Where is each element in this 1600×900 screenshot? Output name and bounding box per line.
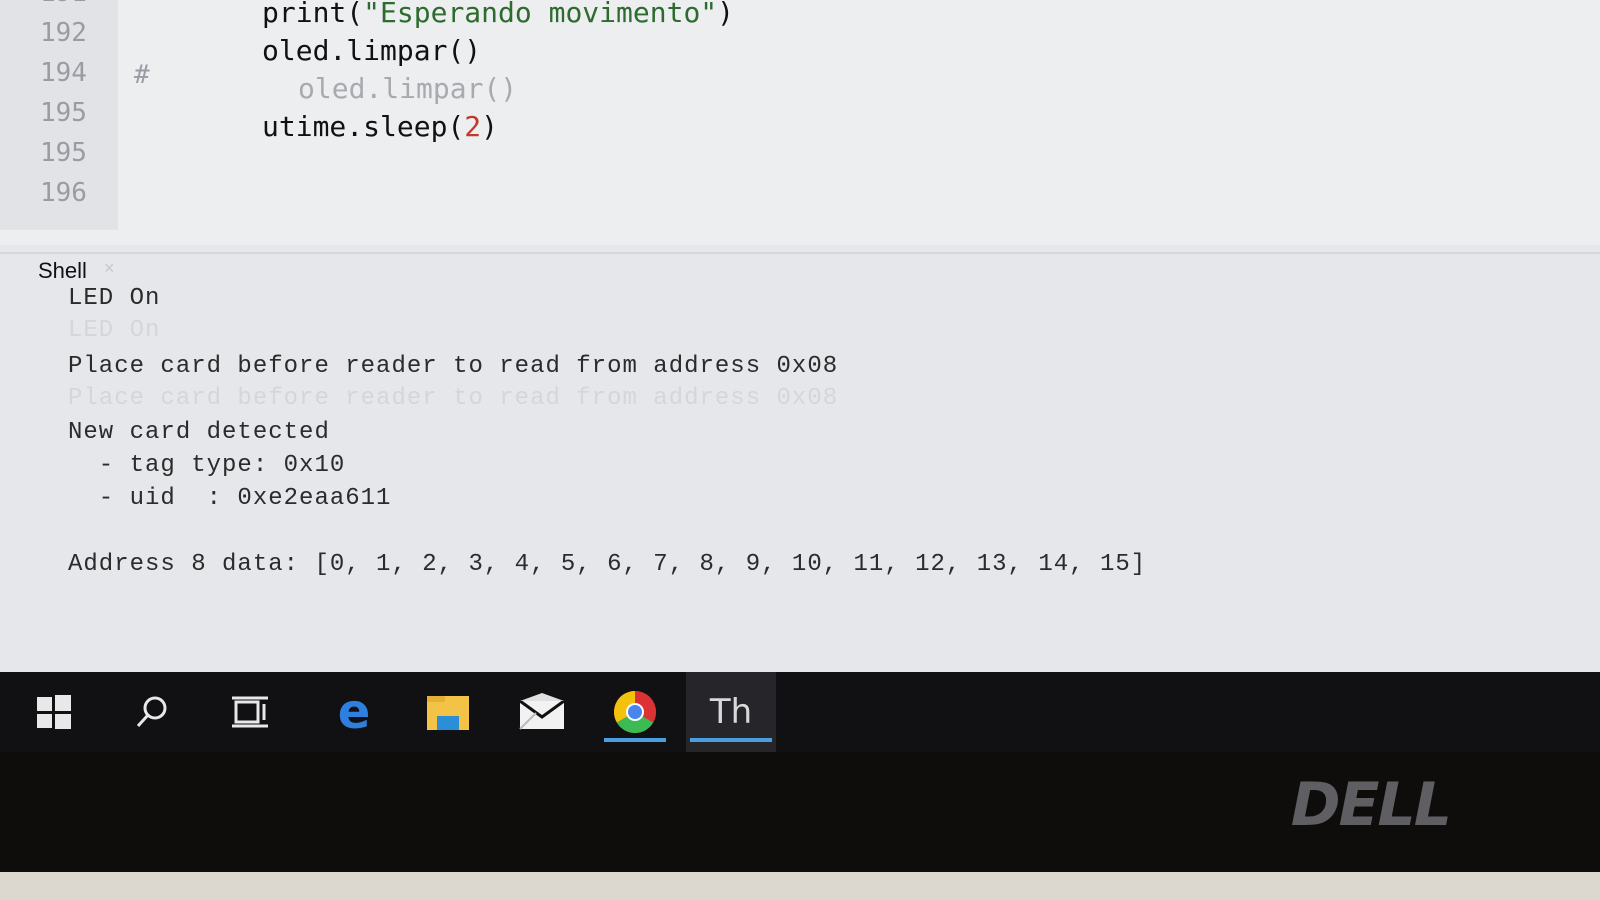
chrome-icon: [613, 691, 657, 734]
code-editor[interactable]: 191 192 print("Esperando movimento") 194…: [0, 0, 1600, 245]
shell-line: New card detected: [68, 419, 330, 446]
shell-line: LED On: [68, 285, 161, 312]
start-button[interactable]: [30, 672, 78, 752]
svg-text:e: e: [338, 690, 371, 734]
edge-button[interactable]: e: [326, 672, 382, 752]
screen: 191 192 print("Esperando movimento") 194…: [0, 0, 1600, 672]
active-indicator: [690, 738, 772, 742]
desk: [0, 872, 1600, 900]
code-line: print("Esperando movimento"): [262, 0, 735, 29]
task-view-button[interactable]: [226, 672, 274, 752]
shell-line: - tag type: 0x10: [68, 452, 346, 479]
line-number: 196: [40, 178, 87, 208]
pane-divider[interactable]: [0, 252, 1600, 254]
shell-output[interactable]: LED On LED On Place card before reader t…: [0, 285, 1600, 672]
comment-hash: #: [134, 60, 150, 90]
shell-ghost-line: Place card before reader to read from ad…: [68, 385, 839, 412]
line-number: 192: [40, 18, 87, 48]
line-number: 194: [40, 58, 87, 88]
thonny-button[interactable]: Th: [686, 672, 776, 752]
shell-ghost-line: LED On: [68, 317, 161, 344]
shell-line: Place card before reader to read from ad…: [68, 353, 839, 380]
search-button[interactable]: [128, 672, 176, 752]
close-icon[interactable]: ×: [104, 258, 115, 279]
shell-line: - uid : 0xe2eaa611: [68, 485, 392, 512]
edge-icon: e: [338, 690, 371, 734]
line-number: 191: [40, 0, 100, 8]
shell-line: Address 8 data: [0, 1, 2, 3, 4, 5, 6, 7,…: [68, 551, 1147, 578]
chrome-button[interactable]: [600, 672, 670, 752]
shell-title: Shell: [38, 258, 87, 283]
taskbar: e Th: [0, 672, 1600, 752]
file-explorer-button[interactable]: [420, 672, 476, 752]
windows-icon: [37, 695, 71, 729]
code-line: oled.limpar(): [262, 34, 482, 67]
mail-icon: [519, 693, 565, 730]
search-icon: [136, 696, 167, 728]
mail-button[interactable]: [514, 672, 570, 752]
code-line: utime.sleep(2): [262, 110, 499, 143]
comment-line: oled.limpar(): [298, 72, 518, 105]
dell-logo: DELL: [1290, 770, 1452, 840]
folder-icon: [427, 696, 469, 730]
line-number: 195: [40, 138, 87, 168]
thonny-icon: Th: [709, 692, 753, 732]
task-view-icon: [232, 696, 268, 728]
active-indicator: [604, 738, 666, 742]
line-number: 195: [40, 98, 87, 128]
